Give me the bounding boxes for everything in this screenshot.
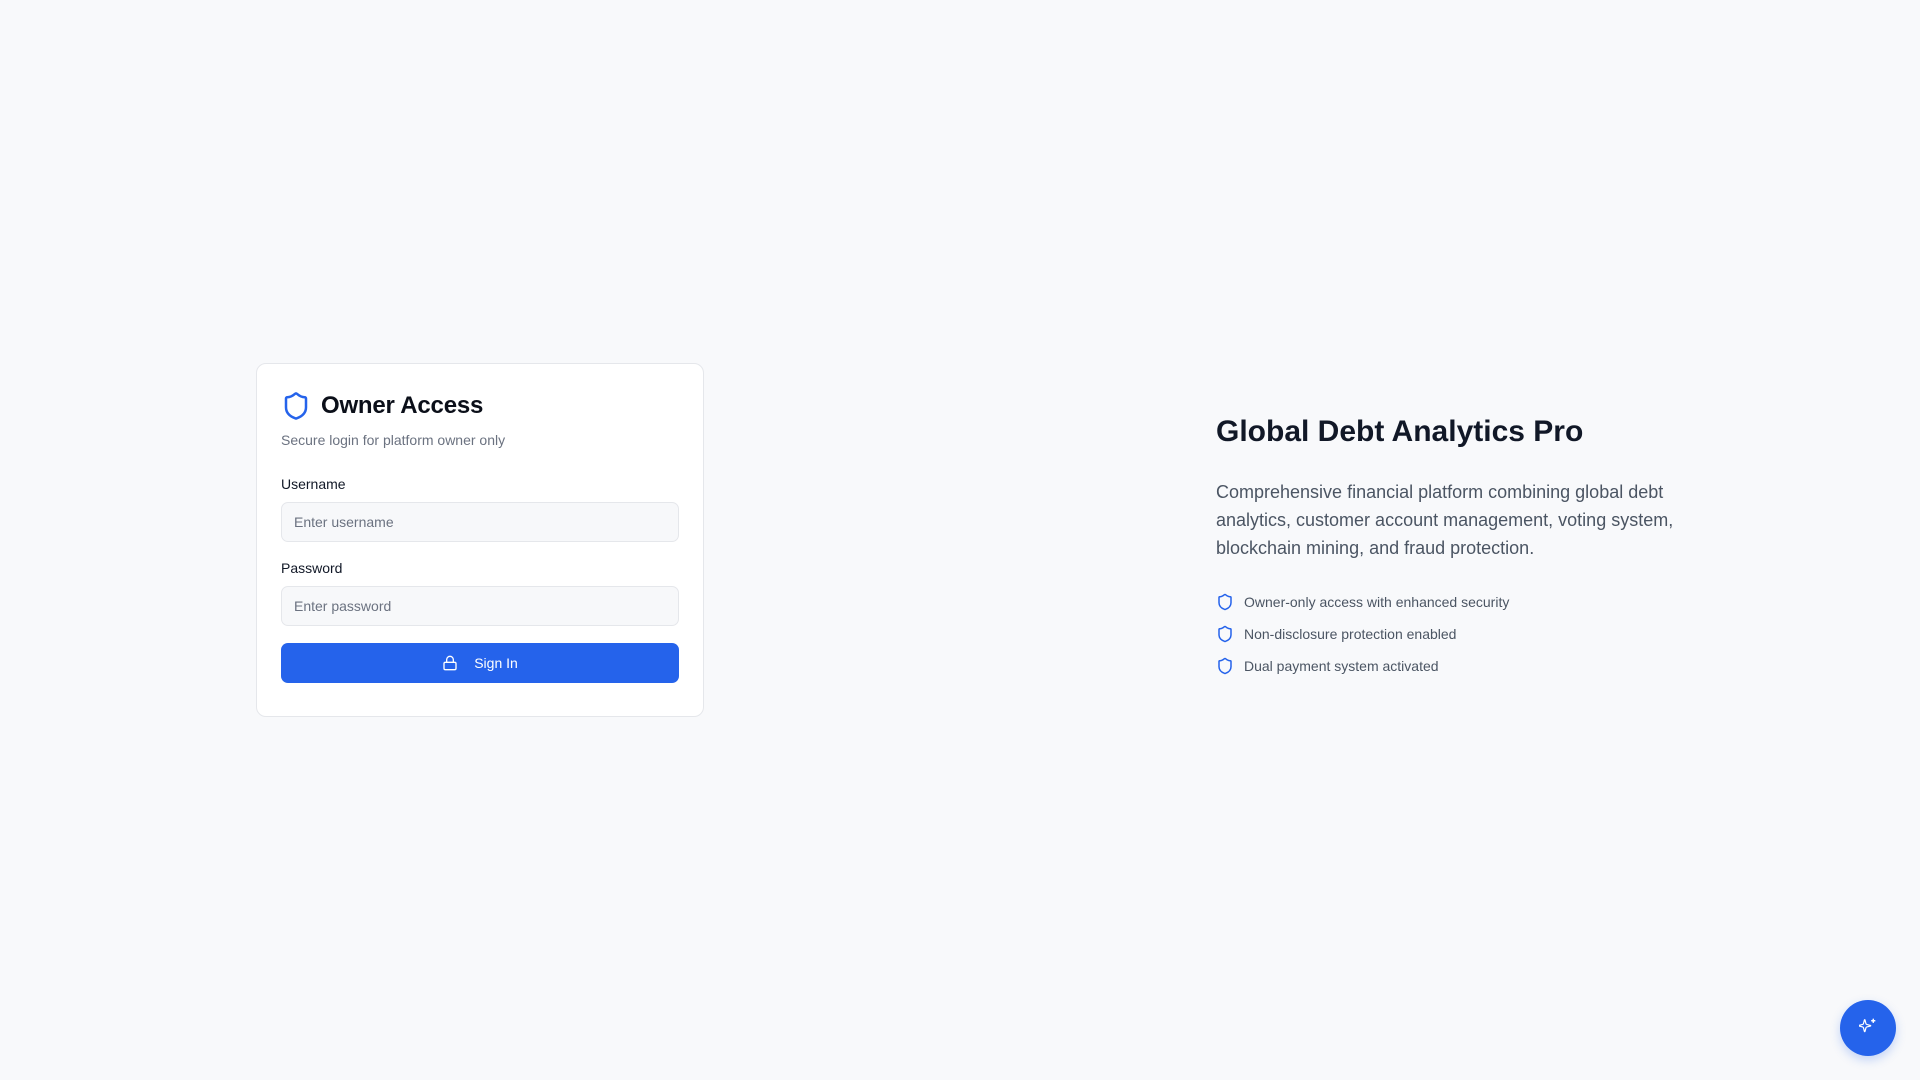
lock-icon bbox=[442, 655, 458, 671]
sparkles-icon bbox=[1858, 1017, 1877, 1040]
password-label: Password bbox=[281, 560, 343, 576]
assistant-button[interactable] bbox=[1840, 1000, 1896, 1056]
sign-in-button[interactable]: Sign In bbox=[281, 643, 679, 683]
shield-icon bbox=[281, 390, 311, 422]
feature-item: Non-disclosure protection enabled bbox=[1216, 618, 1676, 650]
password-input[interactable] bbox=[281, 586, 679, 626]
feature-text: Dual payment system activated bbox=[1244, 658, 1439, 674]
card-header: Owner Access bbox=[281, 388, 679, 424]
sign-in-label: Sign In bbox=[474, 655, 518, 671]
shield-icon bbox=[1216, 656, 1234, 676]
username-label: Username bbox=[281, 476, 346, 492]
login-card: Owner Access Secure login for platform o… bbox=[256, 363, 704, 717]
feature-item: Owner-only access with enhanced security bbox=[1216, 586, 1676, 618]
shield-icon bbox=[1216, 624, 1234, 644]
hero-description: Comprehensive financial platform combini… bbox=[1216, 482, 1674, 558]
feature-list: Owner-only access with enhanced security… bbox=[1216, 586, 1676, 682]
shield-icon bbox=[1216, 592, 1234, 612]
card-title: Owner Access bbox=[321, 392, 484, 419]
hero-section: Global Debt Analytics Pro Comprehensive … bbox=[1216, 410, 1676, 698]
hero-title: Global Debt Analytics Pro bbox=[1216, 415, 1584, 448]
feature-item: Dual payment system activated bbox=[1216, 650, 1676, 682]
card-subtitle: Secure login for platform owner only bbox=[281, 432, 506, 448]
feature-text: Non-disclosure protection enabled bbox=[1244, 626, 1457, 642]
feature-text: Owner-only access with enhanced security bbox=[1244, 594, 1510, 610]
username-input[interactable] bbox=[281, 502, 679, 542]
